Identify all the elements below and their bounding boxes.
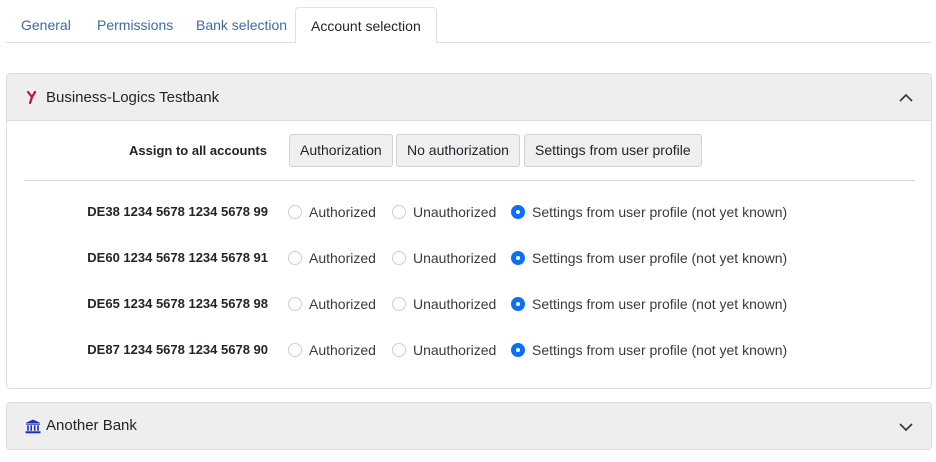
account-iban: DE38 1234 5678 1234 5678 99 bbox=[87, 204, 268, 219]
settings-from-profile-radio-option[interactable]: Settings from user profile (not yet know… bbox=[511, 200, 787, 224]
settings-from-profile-radio[interactable] bbox=[511, 297, 525, 311]
account-iban: DE60 1234 5678 1234 5678 91 bbox=[87, 250, 268, 265]
bank-name: Business-Logics Testbank bbox=[46, 89, 220, 106]
tab-bank-selection[interactable]: Bank selection bbox=[181, 7, 302, 43]
account-iban: DE87 1234 5678 1234 5678 90 bbox=[87, 342, 268, 357]
unauthorized-radio[interactable] bbox=[392, 251, 406, 265]
settings-from-profile-label: Settings from user profile (not yet know… bbox=[532, 204, 788, 220]
no-authorization-button[interactable]: No authorization bbox=[396, 134, 520, 167]
authorized-label: Authorized bbox=[309, 296, 376, 312]
unauthorized-label: Unauthorized bbox=[413, 250, 497, 266]
authorized-label: Authorized bbox=[309, 204, 376, 220]
authorized-radio-option[interactable]: Authorized bbox=[288, 246, 376, 270]
tab-account-selection[interactable]: Account selection bbox=[295, 7, 437, 44]
account-row: DE65 1234 5678 1234 5678 98 Authorized U… bbox=[7, 292, 931, 316]
tab-general[interactable]: General bbox=[6, 7, 86, 43]
authorized-radio-option[interactable]: Authorized bbox=[288, 338, 376, 362]
bank-panel-business-logics: Business-Logics Testbank Assign to all a… bbox=[6, 73, 932, 389]
tab-bar: General Permissions Bank selection Accou… bbox=[6, 7, 931, 44]
unauthorized-label: Unauthorized bbox=[413, 204, 497, 220]
settings-from-profile-radio[interactable] bbox=[511, 205, 525, 219]
unauthorized-label: Unauthorized bbox=[413, 296, 497, 312]
authorized-radio[interactable] bbox=[288, 297, 302, 311]
account-row: DE87 1234 5678 1234 5678 90 Authorized U… bbox=[7, 338, 931, 362]
authorized-label: Authorized bbox=[309, 342, 376, 358]
unauthorized-radio[interactable] bbox=[392, 297, 406, 311]
settings-from-profile-radio-option[interactable]: Settings from user profile (not yet know… bbox=[511, 338, 787, 362]
bank-panel-header[interactable]: Business-Logics Testbank bbox=[7, 74, 931, 121]
authorized-radio[interactable] bbox=[288, 343, 302, 357]
settings-from-profile-radio-option[interactable]: Settings from user profile (not yet know… bbox=[511, 292, 787, 316]
chevron-down-icon[interactable] bbox=[897, 418, 915, 436]
unauthorized-radio-option[interactable]: Unauthorized bbox=[392, 338, 496, 362]
assign-all-label: Assign to all accounts bbox=[129, 143, 267, 158]
authorization-button[interactable]: Authorization bbox=[289, 134, 393, 167]
unauthorized-radio-option[interactable]: Unauthorized bbox=[392, 200, 496, 224]
unauthorized-radio[interactable] bbox=[392, 343, 406, 357]
authorized-radio-option[interactable]: Authorized bbox=[288, 200, 376, 224]
authorized-radio[interactable] bbox=[288, 205, 302, 219]
settings-from-profile-label: Settings from user profile (not yet know… bbox=[532, 250, 788, 266]
unauthorized-radio-option[interactable]: Unauthorized bbox=[392, 246, 496, 270]
settings-from-profile-label: Settings from user profile (not yet know… bbox=[532, 296, 788, 312]
settings-from-profile-radio[interactable] bbox=[511, 251, 525, 265]
unauthorized-radio-option[interactable]: Unauthorized bbox=[392, 292, 496, 316]
bank-building-icon bbox=[25, 417, 41, 435]
bank-panel-header[interactable]: Another Bank bbox=[7, 403, 931, 449]
tab-permissions[interactable]: Permissions bbox=[82, 7, 188, 43]
bank-logo-icon bbox=[25, 88, 41, 106]
bank-panel-another-bank: Another Bank bbox=[6, 402, 932, 450]
authorized-label: Authorized bbox=[309, 250, 376, 266]
bank-name: Another Bank bbox=[46, 417, 137, 434]
chevron-up-icon[interactable] bbox=[897, 89, 915, 107]
settings-from-profile-radio[interactable] bbox=[511, 343, 525, 357]
settings-from-user-profile-button[interactable]: Settings from user profile bbox=[524, 134, 702, 167]
authorized-radio[interactable] bbox=[288, 251, 302, 265]
settings-from-profile-label: Settings from user profile (not yet know… bbox=[532, 342, 788, 358]
account-row: DE38 1234 5678 1234 5678 99 Authorized U… bbox=[7, 200, 931, 224]
account-iban: DE65 1234 5678 1234 5678 98 bbox=[87, 296, 268, 311]
unauthorized-label: Unauthorized bbox=[413, 342, 497, 358]
unauthorized-radio[interactable] bbox=[392, 205, 406, 219]
authorized-radio-option[interactable]: Authorized bbox=[288, 292, 376, 316]
divider bbox=[24, 180, 915, 181]
settings-from-profile-radio-option[interactable]: Settings from user profile (not yet know… bbox=[511, 246, 787, 270]
account-row: DE60 1234 5678 1234 5678 91 Authorized U… bbox=[7, 246, 931, 270]
